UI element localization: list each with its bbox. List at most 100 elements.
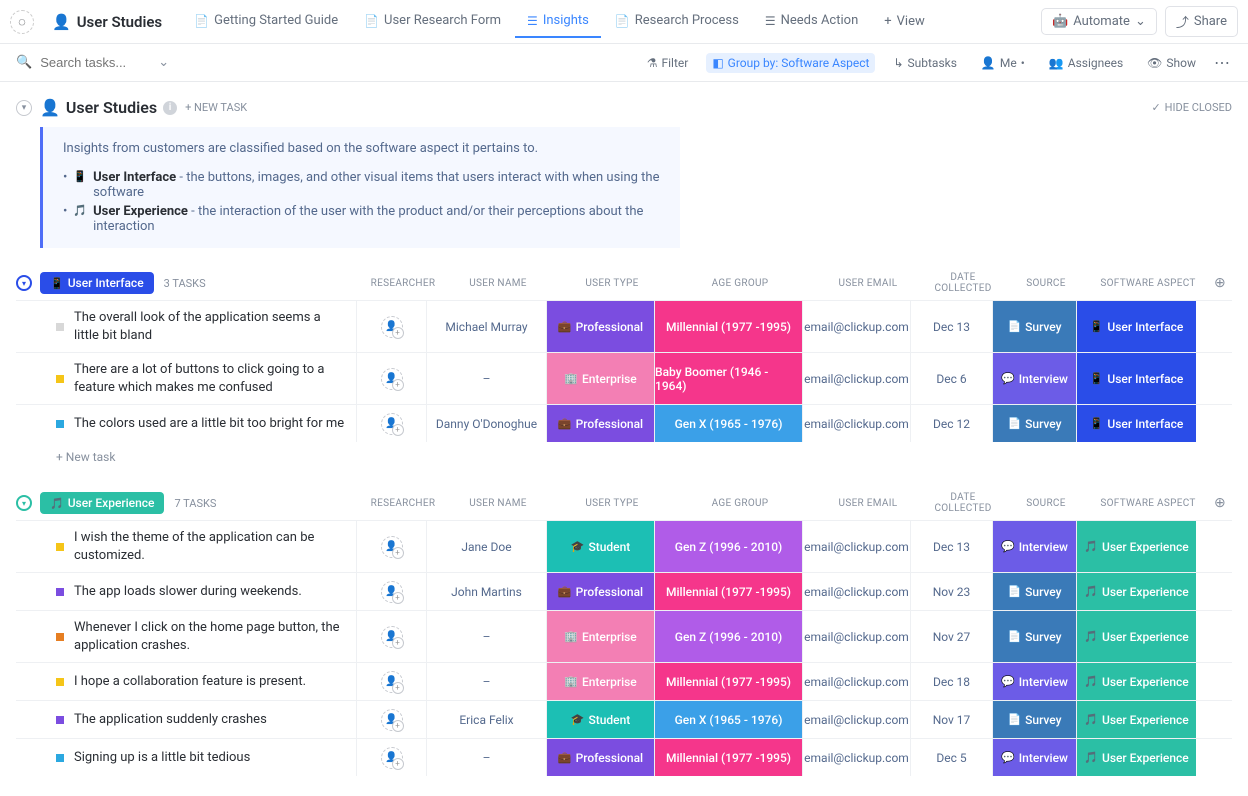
col-date[interactable]: DATE COLLECTED [922,272,1004,294]
status-indicator[interactable] [56,754,64,762]
researcher-cell[interactable]: 👤 [356,701,426,738]
col-usertype[interactable]: USER TYPE [558,498,666,509]
task-title-cell[interactable]: The colors used are a little bit too bri… [16,405,356,442]
assignee-placeholder-icon[interactable]: 👤 [381,316,403,338]
email-cell[interactable]: email@clickup.com [802,611,910,662]
task-title-cell[interactable]: The application suddenly crashes [16,701,356,738]
col-email[interactable]: USER EMAIL [814,278,922,289]
username-cell[interactable]: Michael Murray [426,301,546,352]
agegroup-cell[interactable]: Millennial (1977 -1995) [654,663,802,700]
aspect-cell[interactable]: 🎵User Experience [1076,521,1196,572]
usertype-cell[interactable]: 🎓Student [546,521,654,572]
task-title-cell[interactable]: The overall look of the application seem… [16,301,356,352]
task-title-cell[interactable]: There are a lot of buttons to click goin… [16,353,356,404]
username-cell[interactable]: Danny O'Donoghue [426,405,546,442]
email-cell[interactable]: email@clickup.com [802,739,910,776]
group-collapse[interactable]: ▾ [16,275,32,291]
aspect-cell[interactable]: 🎵User Experience [1076,663,1196,700]
more-menu[interactable]: ⋯ [1214,53,1232,72]
col-source[interactable]: SOURCE [1004,498,1088,509]
col-aspect[interactable]: SOFTWARE ASPECT [1088,498,1208,509]
status-indicator[interactable] [56,588,64,596]
assignee-placeholder-icon[interactable]: 👤 [381,368,403,390]
col-username[interactable]: USER NAME [438,278,558,289]
me-button[interactable]: 👤Me • [975,53,1031,73]
col-researcher[interactable]: RESEARCHER [368,498,438,509]
automate-button[interactable]: 🤖Automate⌄ [1041,8,1157,35]
task-title-cell[interactable]: Signing up is a little bit tedious [16,739,356,776]
task-row[interactable]: The app loads slower during weekends. 👤 … [16,572,1232,610]
username-cell[interactable]: Jane Doe [426,521,546,572]
username-cell[interactable]: John Martins [426,573,546,610]
tab-needs-action[interactable]: ☰Needs Action [753,5,870,38]
assignee-placeholder-icon[interactable]: 👤 [381,581,403,603]
aspect-cell[interactable]: 🎵User Experience [1076,739,1196,776]
tab-insights[interactable]: ☰Insights [515,5,601,38]
task-row[interactable]: I wish the theme of the application can … [16,520,1232,572]
assignee-placeholder-icon[interactable]: 👤 [381,536,403,558]
status-indicator[interactable] [56,678,64,686]
date-cell[interactable]: Dec 12 [910,405,992,442]
researcher-cell[interactable]: 👤 [356,405,426,442]
username-cell[interactable]: – [426,611,546,662]
col-date[interactable]: DATE COLLECTED [922,492,1004,514]
status-indicator[interactable] [56,420,64,428]
usertype-cell[interactable]: 🎓Student [546,701,654,738]
col-usertype[interactable]: USER TYPE [558,278,666,289]
source-cell[interactable]: 💬Interview [992,521,1076,572]
task-title-cell[interactable]: The app loads slower during weekends. [16,573,356,610]
agegroup-cell[interactable]: Baby Boomer (1946 - 1964) [654,353,802,404]
col-agegroup[interactable]: AGE GROUP [666,498,814,509]
date-cell[interactable]: Dec 13 [910,301,992,352]
subtasks-button[interactable]: ↳Subtasks [887,53,962,73]
username-cell[interactable]: Erica Felix [426,701,546,738]
agegroup-cell[interactable]: Millennial (1977 -1995) [654,301,802,352]
email-cell[interactable]: email@clickup.com [802,663,910,700]
filter-button[interactable]: ⚗Filter [641,53,695,73]
task-row[interactable]: The colors used are a little bit too bri… [16,404,1232,442]
email-cell[interactable]: email@clickup.com [802,301,910,352]
usertype-cell[interactable]: 🏢Enterprise [546,353,654,404]
task-row[interactable]: I hope a collaboration feature is presen… [16,662,1232,700]
aspect-cell[interactable]: 🎵User Experience [1076,701,1196,738]
status-indicator[interactable] [56,323,64,331]
group-by-button[interactable]: ◧Group by: Software Aspect [706,53,875,73]
show-button[interactable]: 👁Show [1141,53,1202,73]
agegroup-cell[interactable]: Gen Z (1996 - 2010) [654,611,802,662]
email-cell[interactable]: email@clickup.com [802,573,910,610]
workspace-icon[interactable]: ◌ [10,10,34,34]
agegroup-cell[interactable]: Millennial (1977 -1995) [654,573,802,610]
usertype-cell[interactable]: 💼Professional [546,405,654,442]
group-collapse[interactable]: ▾ [16,495,32,511]
workspace-title[interactable]: 👤 User Studies [42,9,172,35]
email-cell[interactable]: email@clickup.com [802,521,910,572]
usertype-cell[interactable]: 💼Professional [546,739,654,776]
agegroup-cell[interactable]: Gen X (1965 - 1976) [654,405,802,442]
date-cell[interactable]: Nov 17 [910,701,992,738]
status-indicator[interactable] [56,633,64,641]
agegroup-cell[interactable]: Gen X (1965 - 1976) [654,701,802,738]
info-icon[interactable]: i [163,101,177,115]
assignee-placeholder-icon[interactable]: 👤 [381,747,403,769]
new-task-link[interactable]: + NEW TASK [185,101,247,114]
tab-research-process[interactable]: 📄Research Process [603,5,751,38]
hide-closed-button[interactable]: ✓ HIDE CLOSED [1151,101,1232,114]
email-cell[interactable]: email@clickup.com [802,701,910,738]
date-cell[interactable]: Dec 6 [910,353,992,404]
usertype-cell[interactable]: 💼Professional [546,573,654,610]
date-cell[interactable]: Dec 5 [910,739,992,776]
assignee-placeholder-icon[interactable]: 👤 [381,709,403,731]
assignee-placeholder-icon[interactable]: 👤 [381,671,403,693]
researcher-cell[interactable]: 👤 [356,739,426,776]
task-row[interactable]: The application suddenly crashes 👤 Erica… [16,700,1232,738]
aspect-cell[interactable]: 📱User Interface [1076,405,1196,442]
source-cell[interactable]: 📄Survey [992,611,1076,662]
col-agegroup[interactable]: AGE GROUP [666,278,814,289]
collapse-all[interactable]: ▾ [16,100,32,116]
share-button[interactable]: ⤴Share [1165,6,1238,37]
agegroup-cell[interactable]: Millennial (1977 -1995) [654,739,802,776]
source-cell[interactable]: 📄Survey [992,301,1076,352]
new-task-row[interactable]: + New task [16,442,1232,472]
source-cell[interactable]: 📄Survey [992,405,1076,442]
source-cell[interactable]: 💬Interview [992,353,1076,404]
